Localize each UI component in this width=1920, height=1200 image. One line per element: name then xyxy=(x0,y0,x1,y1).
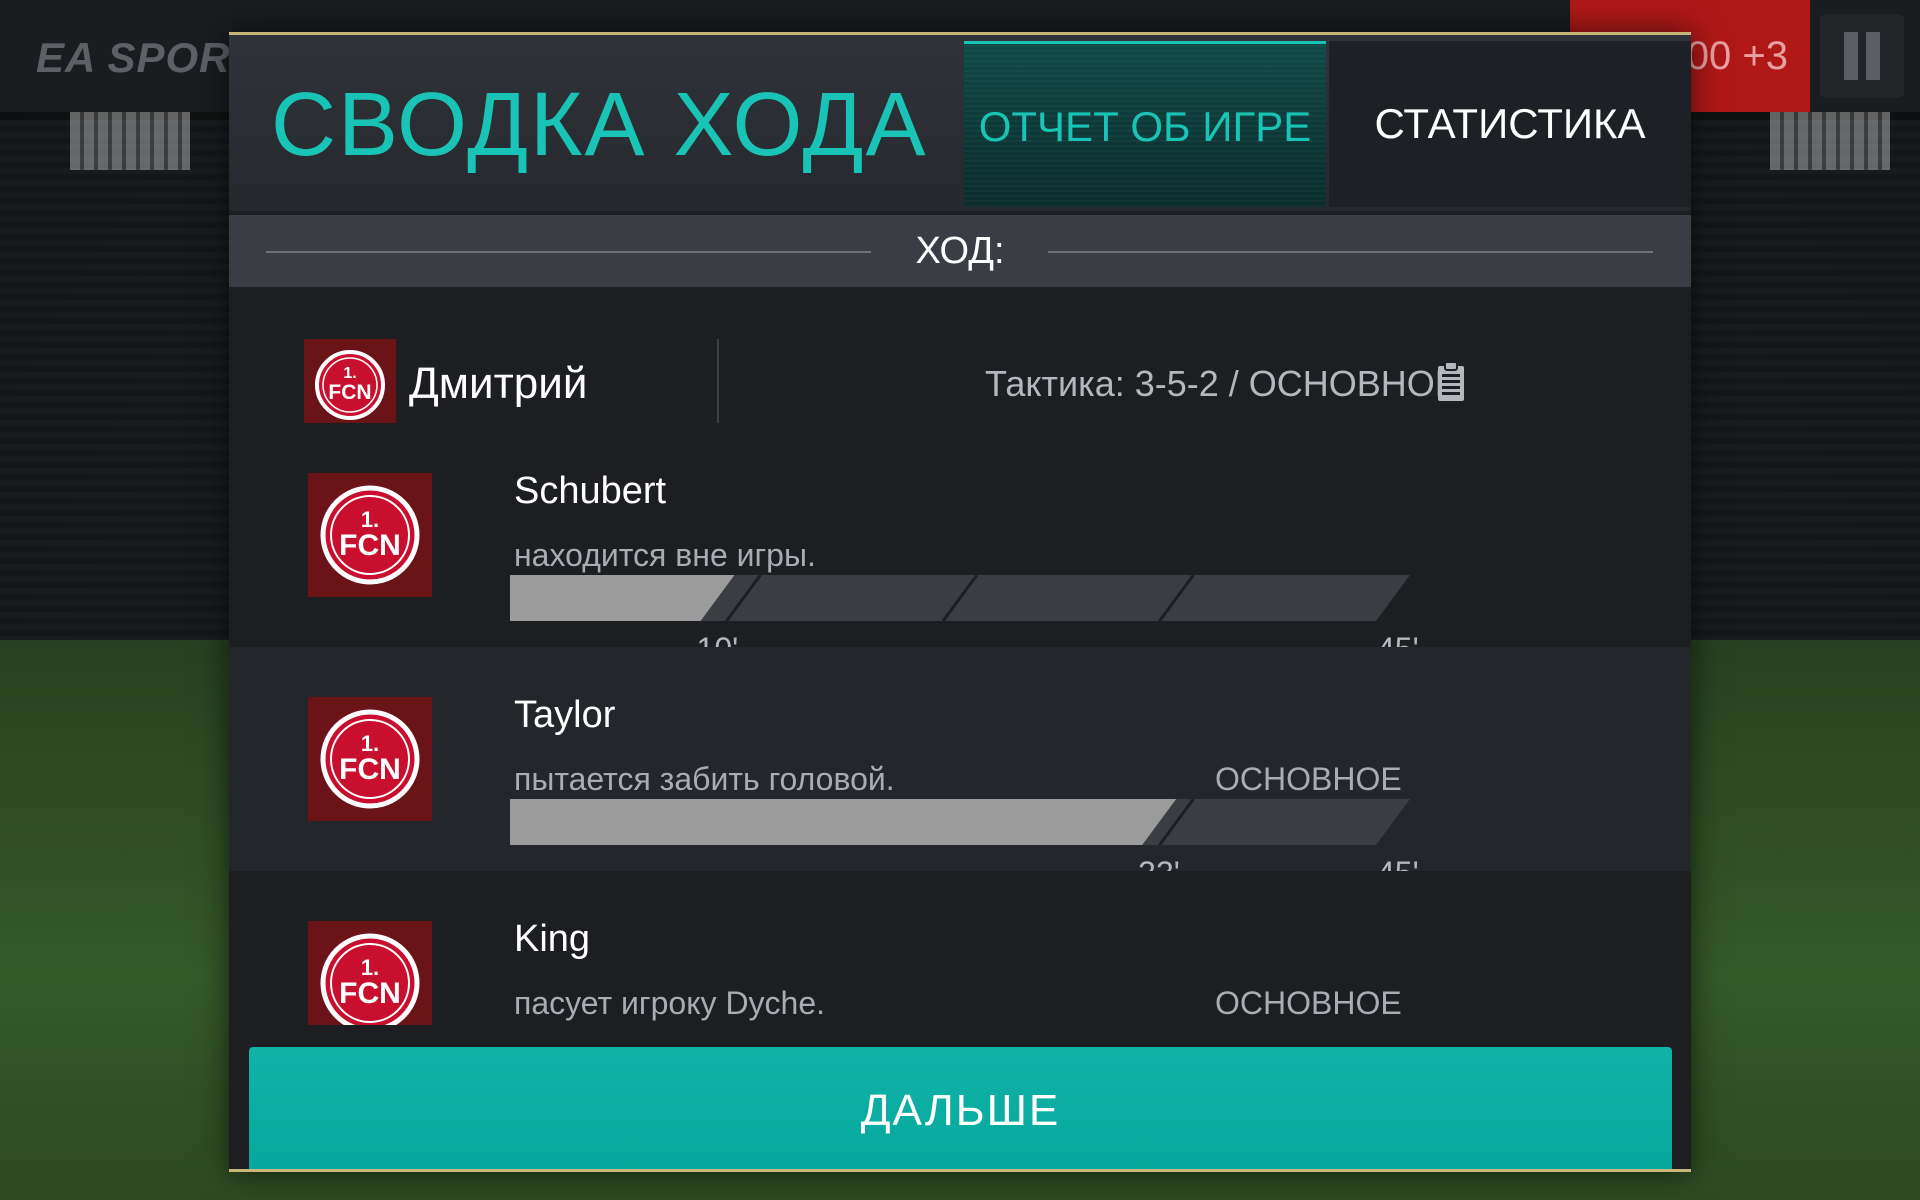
tactic-label: Тактика: 3-5-2 / ОСНОВНОЕ xyxy=(985,363,1459,404)
tab-statistics[interactable]: СТАТИСТИКА xyxy=(1329,41,1691,207)
event-description: пытается забить головой. xyxy=(514,761,895,797)
user-name: Дмитрий xyxy=(409,359,588,408)
dialog-header: СВОДКА ХОДА ОТЧЕТ ОБ ИГРЕ СТАТИСТИКА xyxy=(229,35,1691,211)
match-timeline-bar xyxy=(510,574,1410,622)
timeline-fill xyxy=(510,799,1177,845)
turn-label: ХОД: xyxy=(915,230,1005,272)
match-timeline-bar xyxy=(510,798,1410,846)
club-badge-icon: 1. FCN xyxy=(308,697,432,821)
timeline-svg xyxy=(510,574,1410,622)
svg-text:FCN: FCN xyxy=(339,977,401,1010)
floodlight xyxy=(70,110,190,170)
player-name: King xyxy=(514,918,591,960)
dialog-title: СВОДКА ХОДА xyxy=(271,75,928,175)
club-badge-icon: 1. FCN xyxy=(308,473,432,597)
dialog-footer: ДАЛЬШЕ xyxy=(229,1025,1691,1169)
event-description: находится вне игры. xyxy=(514,537,816,573)
tactic-tag: ОСНОВНОЕ xyxy=(1215,761,1402,797)
clipboard-icon[interactable] xyxy=(1436,361,1466,403)
tactic-tag: ОСНОВНОЕ xyxy=(1215,985,1402,1021)
tab-game-report[interactable]: ОТЧЕТ ОБ ИГРЕ xyxy=(964,41,1326,207)
row-separator xyxy=(717,339,719,431)
badge-text: FCN xyxy=(328,381,371,404)
svg-text:FCN: FCN xyxy=(339,529,401,562)
next-button[interactable]: ДАЛЬШЕ xyxy=(249,1047,1672,1169)
timeline-svg xyxy=(510,798,1410,846)
event-row: 1. FCN Schubert находится вне игры. 10' … xyxy=(229,423,1691,667)
turn-divider: ХОД: xyxy=(229,215,1691,287)
floodlight xyxy=(1770,110,1890,170)
turn-summary-dialog: СВОДКА ХОДА ОТЧЕТ ОБ ИГРЕ СТАТИСТИКА ХОД… xyxy=(229,32,1691,1172)
player-name: Taylor xyxy=(514,694,616,736)
club-badge-icon: 1. FCN xyxy=(304,339,396,431)
badge-text: 1. xyxy=(343,365,356,382)
event-description: пасует игроку Dyche. xyxy=(514,985,826,1021)
svg-text:FCN: FCN xyxy=(339,753,401,786)
pause-button[interactable] xyxy=(1820,14,1904,98)
player-name: Schubert xyxy=(514,470,667,512)
timeline-fill xyxy=(510,575,735,621)
event-row: 1. FCN Taylor пытается забить головой. О… xyxy=(229,647,1691,891)
user-tactic-row: 1. FCN Дмитрий Тактика: 3-5-2 / ОСНОВНОЕ xyxy=(229,287,1691,431)
